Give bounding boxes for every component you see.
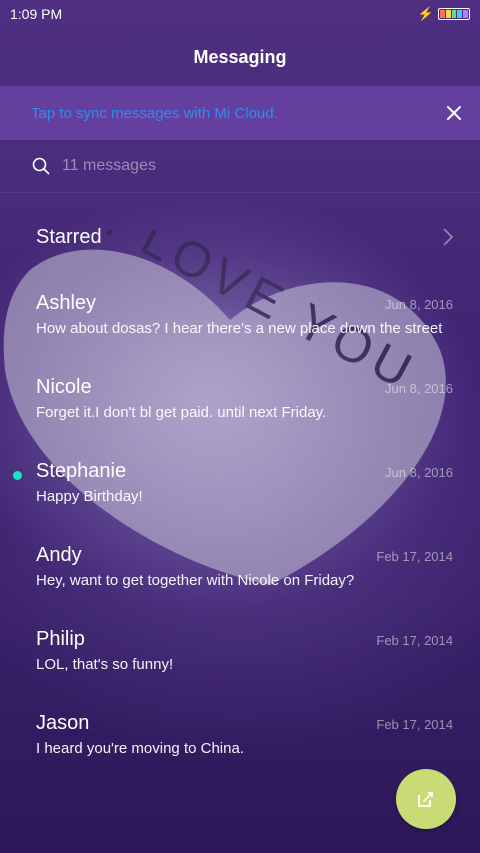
search-icon	[32, 157, 50, 175]
contact-name: Philip	[36, 628, 85, 650]
message-date: Jun 8, 2016	[385, 297, 453, 312]
conversation-item[interactable]: Philip Feb 17, 2014 LOL, that's so funny…	[0, 617, 480, 701]
sync-banner-text[interactable]: Tap to sync messages with Mi Cloud.	[31, 105, 278, 122]
message-preview: How about dosas? I hear there's a new pl…	[36, 320, 443, 337]
search-input[interactable]	[60, 156, 444, 176]
message-preview: LOL, that's so funny!	[36, 656, 174, 673]
starred-label: Starred	[36, 225, 102, 248]
message-preview: Hey, want to get together with Nicole on…	[36, 572, 355, 589]
message-date: Jun 8, 2016	[385, 465, 453, 480]
contact-name: Andy	[36, 544, 82, 566]
message-preview: Forget it.I don't bl get paid. until nex…	[36, 404, 327, 421]
battery-icon	[438, 8, 470, 20]
message-date: Feb 17, 2014	[376, 549, 453, 564]
contact-name: Nicole	[36, 376, 92, 398]
compose-button[interactable]	[396, 769, 456, 829]
conversation-item[interactable]: Andy Feb 17, 2014 Hey, want to get toget…	[0, 533, 480, 617]
unread-indicator	[13, 471, 22, 480]
message-preview: Happy Birthday!	[36, 488, 143, 505]
contact-name: Jason	[36, 712, 90, 734]
message-date: Feb 17, 2014	[376, 633, 453, 648]
status-time: 1:09 PM	[10, 6, 63, 22]
compose-icon	[418, 792, 433, 807]
conversation-list: Ashley Jun 8, 2016 How about dosas? I he…	[0, 281, 480, 785]
message-date: Jun 8, 2016	[385, 381, 453, 396]
conversation-item[interactable]: Nicole Jun 8, 2016 Forget it.I don't bl …	[0, 365, 480, 449]
search-bar[interactable]	[0, 140, 480, 193]
contact-name: Ashley	[36, 292, 97, 314]
message-date: Feb 17, 2014	[376, 717, 453, 732]
starred-folder[interactable]: Starred	[0, 193, 480, 281]
app-header: Messaging	[0, 28, 480, 86]
charging-icon: ⚡	[417, 6, 434, 21]
conversation-item[interactable]: Jason Feb 17, 2014 I heard you're moving…	[0, 701, 480, 785]
message-preview: I heard you're moving to China.	[36, 740, 244, 757]
conversation-item[interactable]: Ashley Jun 8, 2016 How about dosas? I he…	[0, 281, 480, 365]
conversation-item[interactable]: Stephanie Jun 8, 2016 Happy Birthday!	[0, 449, 480, 533]
close-button[interactable]	[442, 101, 466, 125]
close-icon	[447, 106, 461, 120]
chevron-right-icon	[443, 228, 454, 246]
status-bar: 1:09 PM ⚡	[0, 0, 480, 28]
sync-banner[interactable]: Tap to sync messages with Mi Cloud.	[0, 86, 480, 140]
contact-name: Stephanie	[36, 460, 127, 482]
page-title: Messaging	[193, 46, 287, 67]
